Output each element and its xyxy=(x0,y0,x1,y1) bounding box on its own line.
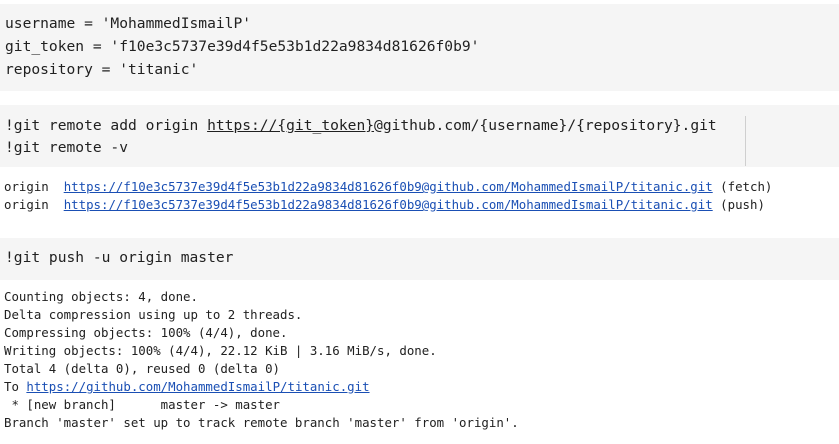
code-cell-git-push[interactable]: !git push -u origin master xyxy=(0,238,839,280)
push-output-line: Writing objects: 100% (4/4), 22.12 KiB |… xyxy=(4,343,437,358)
remote-url-link[interactable]: https://f10e3c5737e39d4f5e53b1d22a9834d8… xyxy=(64,197,713,212)
remote-add-suffix: @github.com/{username}/{repository}.git xyxy=(374,117,717,134)
code-cell-credentials[interactable]: username = 'MohammedIsmailP' git_token =… xyxy=(0,4,839,91)
remote-name: origin xyxy=(4,179,49,194)
push-output-line: Delta compression using up to 2 threads. xyxy=(4,307,303,322)
push-output-line: Total 4 (delta 0), reused 0 (delta 0) xyxy=(4,361,281,376)
remote-add-prefix: !git remote add origin xyxy=(5,117,208,134)
text-cursor-divider xyxy=(745,116,746,166)
remote-add-url-link[interactable]: https://{git_token} xyxy=(207,117,374,134)
push-output-line: * [new branch] master -> master xyxy=(4,397,281,412)
remote-url-link[interactable]: https://f10e3c5737e39d4f5e53b1d22a9834d8… xyxy=(64,179,713,194)
remote-output-row-fetch: origin https://f10e3c5737e39d4f5e53b1d22… xyxy=(4,178,772,196)
code-line-username: username = 'MohammedIsmailP' xyxy=(5,15,252,32)
push-output-line: Branch 'master' set up to track remote b… xyxy=(4,415,519,430)
remote-output-row-push: origin https://f10e3c5737e39d4f5e53b1d22… xyxy=(4,196,765,214)
code-line-git-token: git_token = 'f10e3c5737e39d4f5e53b1d22a9… xyxy=(5,38,480,55)
remote-name: origin xyxy=(4,197,49,212)
push-output-line-to: To https://github.com/MohammedIsmailP/ti… xyxy=(4,378,370,396)
code-cell-remote-add[interactable]: !git remote add origin https://{git_toke… xyxy=(0,105,839,167)
code-line-remote-add: !git remote add origin https://{git_toke… xyxy=(5,115,717,137)
code-line-git-push: !git push -u origin master xyxy=(5,249,234,266)
remote-type: (fetch) xyxy=(720,179,773,194)
push-output-line: Counting objects: 4, done. xyxy=(4,289,198,304)
code-line-remote-v: !git remote -v xyxy=(5,139,129,156)
push-to-prefix: To xyxy=(4,379,27,394)
remote-type: (push) xyxy=(720,197,765,212)
push-output-line: Compressing objects: 100% (4/4), done. xyxy=(4,325,288,340)
push-repo-link[interactable]: https://github.com/MohammedIsmailP/titan… xyxy=(26,379,369,394)
code-line-repository: repository = 'titanic' xyxy=(5,61,199,78)
